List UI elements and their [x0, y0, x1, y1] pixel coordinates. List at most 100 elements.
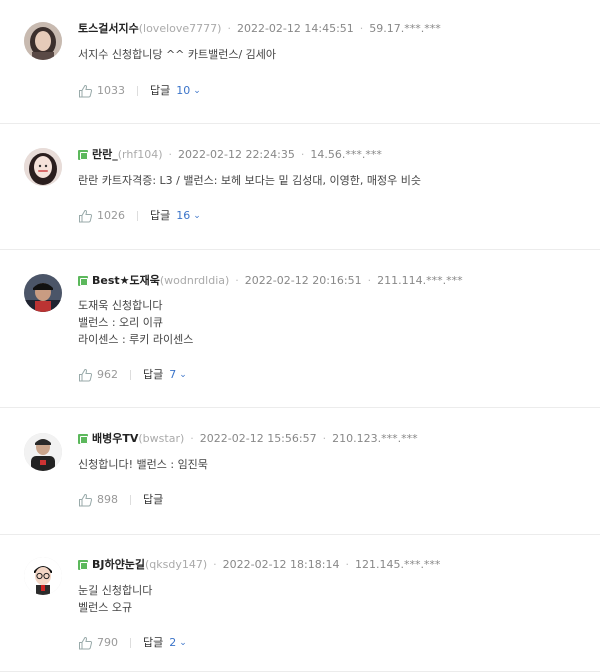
level-badge-icon	[78, 560, 88, 570]
author-id: (qksdy147)	[144, 558, 208, 571]
reply-button[interactable]: 답글	[143, 493, 163, 507]
comment-text-line: 서지수 신청합니당 ^^ 카트밸런스/ 김세아	[78, 48, 277, 61]
comment-text-line: 눈길 신청합니다	[78, 584, 153, 597]
comment-item: Best★도재욱 (wodnrdldia) · 2022-02-12 20:16:…	[0, 250, 600, 408]
meta-separator: ·	[367, 274, 372, 287]
comment-date: 2022-02-12 22:24:35	[178, 148, 295, 161]
comment-meta: 토스걸서지수 (lovelove7777) · 2022-02-12 14:45:…	[78, 22, 441, 36]
level-badge-icon	[78, 150, 88, 160]
reply-label[interactable]: 답글	[143, 636, 163, 650]
avatar[interactable]	[24, 148, 62, 186]
avatar[interactable]	[24, 22, 62, 60]
author-id: (wodnrdldia)	[159, 274, 230, 287]
meta-separator: ·	[190, 432, 194, 445]
level-badge-icon	[78, 276, 88, 286]
author-nickname[interactable]: 토스걸서지수	[78, 22, 139, 36]
comment-ip: 59.17.***.***	[369, 22, 441, 35]
reply-button[interactable]: 답글 2 ⌄	[143, 636, 187, 650]
author-nickname[interactable]: BJ하얀눈길	[92, 558, 145, 572]
comment-text-line: 밸런스 : 오리 이큐	[78, 316, 164, 329]
avatar[interactable]	[24, 433, 62, 471]
comment-body: 신청합니다! 밸런스 : 임진묵	[78, 456, 208, 473]
comment-ip: 210.123.***.***	[332, 432, 418, 445]
author-nickname[interactable]: 란란_	[92, 148, 118, 162]
reply-label[interactable]: 답글	[150, 84, 170, 98]
comment-actions: 790 답글 2 ⌄	[78, 636, 187, 650]
thumbs-up-icon[interactable]	[78, 636, 93, 650]
comment-body: 란란 카트자격증: L3 / 밸런스: 보헤 보다는 밑 김성대, 이영한, 매…	[78, 172, 421, 189]
thumbs-up-icon[interactable]	[78, 368, 93, 382]
comment-meta: 배병우TV (bwstar) · 2022-02-12 15:56:57 · 21…	[78, 432, 418, 446]
author-id: (rhf104)	[117, 148, 163, 161]
reply-count[interactable]: 16	[176, 209, 190, 223]
comment-body: 도재욱 신청합니다밸런스 : 오리 이큐라이센스 : 루키 라이센스	[78, 297, 193, 348]
like-count: 790	[97, 636, 118, 649]
meta-separator: ·	[227, 22, 231, 35]
meta-separator: ·	[300, 148, 305, 161]
comment-text-line: 란란 카트자격증: L3 / 밸런스: 보헤 보다는 밑 김성대, 이영한, 매…	[78, 174, 421, 187]
comment-ip: 121.145.***.***	[354, 558, 441, 571]
reply-count[interactable]: 2	[169, 636, 176, 650]
comment-list: 토스걸서지수 (lovelove7777) · 2022-02-12 14:45:…	[0, 0, 600, 672]
thumbs-up-icon[interactable]	[78, 493, 93, 507]
reply-label[interactable]: 답글	[150, 209, 170, 223]
comment-item: 배병우TV (bwstar) · 2022-02-12 15:56:57 · 21…	[0, 408, 600, 535]
comment-text-line: 도재욱 신청합니다	[78, 299, 163, 312]
meta-separator: ·	[345, 558, 349, 571]
comment-item: 토스걸서지수 (lovelove7777) · 2022-02-12 14:45:…	[0, 0, 600, 124]
thumbs-up-icon[interactable]	[78, 84, 93, 98]
reply-button[interactable]: 답글 16 ⌄	[150, 209, 201, 223]
author-nickname[interactable]: Best★도재욱	[92, 274, 160, 288]
action-divider	[130, 638, 131, 648]
comment-meta: 란란_ (rhf104) · 2022-02-12 22:24:35 · 14.5…	[78, 148, 382, 162]
comment-actions: 1026 답글 16 ⌄	[78, 209, 201, 223]
action-divider	[130, 495, 131, 505]
like-count: 1033	[97, 84, 125, 97]
reply-count[interactable]: 7	[169, 368, 176, 382]
comment-meta: Best★도재욱 (wodnrdldia) · 2022-02-12 20:16:…	[78, 274, 463, 288]
meta-separator: ·	[359, 22, 364, 35]
comment-date: 2022-02-12 15:56:57	[199, 432, 317, 445]
comment-date: 2022-02-12 18:18:14	[222, 558, 340, 571]
action-divider	[130, 370, 131, 380]
like-count: 1026	[97, 209, 125, 222]
chevron-down-icon[interactable]: ⌄	[179, 636, 187, 650]
comment-item: 란란_ (rhf104) · 2022-02-12 22:24:35 · 14.5…	[0, 124, 600, 250]
reply-label[interactable]: 답글	[143, 493, 163, 507]
like-count: 898	[97, 493, 118, 506]
comment-meta: BJ하얀눈길 (qksdy147) · 2022-02-12 18:18:14 ·…	[78, 558, 440, 572]
meta-separator: ·	[213, 558, 217, 571]
chevron-down-icon[interactable]: ⌄	[193, 209, 201, 223]
reply-label[interactable]: 답글	[143, 368, 163, 382]
meta-separator: ·	[168, 148, 173, 161]
reply-count[interactable]: 10	[176, 84, 190, 98]
author-nickname[interactable]: 배병우TV	[92, 432, 138, 446]
comment-ip: 211.114.***.***	[377, 274, 463, 287]
author-id: (lovelove7777)	[138, 22, 222, 35]
like-count: 962	[97, 368, 118, 381]
comment-text-line: 라이센스 : 루키 라이센스	[78, 333, 194, 346]
avatar[interactable]	[24, 557, 62, 595]
comment-body: 눈길 신청합니다벨런스 오규	[78, 582, 152, 616]
comment-actions: 1033 답글 10 ⌄	[78, 84, 201, 98]
comment-text-line: 신청합니다! 밸런스 : 임진묵	[78, 458, 208, 471]
reply-button[interactable]: 답글 10 ⌄	[150, 84, 201, 98]
comment-date: 2022-02-12 14:45:51	[236, 22, 354, 35]
comment-date: 2022-02-12 20:16:51	[244, 274, 362, 287]
action-divider	[137, 86, 138, 96]
reply-button[interactable]: 답글 7 ⌄	[143, 368, 187, 382]
comment-ip: 14.56.***.***	[310, 148, 382, 161]
comment-body: 서지수 신청합니당 ^^ 카트밸런스/ 김세아	[78, 46, 276, 63]
thumbs-up-icon[interactable]	[78, 209, 93, 223]
comment-item: BJ하얀눈길 (qksdy147) · 2022-02-12 18:18:14 ·…	[0, 535, 600, 672]
chevron-down-icon[interactable]: ⌄	[179, 368, 187, 382]
avatar[interactable]	[24, 274, 62, 312]
chevron-down-icon[interactable]: ⌄	[193, 84, 201, 98]
comment-text-line: 벨런스 오규	[78, 601, 133, 614]
comment-actions: 898 답글	[78, 493, 163, 507]
author-id: (bwstar)	[138, 432, 185, 445]
level-badge-icon	[78, 434, 88, 444]
action-divider	[137, 211, 138, 221]
meta-separator: ·	[322, 432, 327, 445]
comment-actions: 962 답글 7 ⌄	[78, 368, 187, 382]
